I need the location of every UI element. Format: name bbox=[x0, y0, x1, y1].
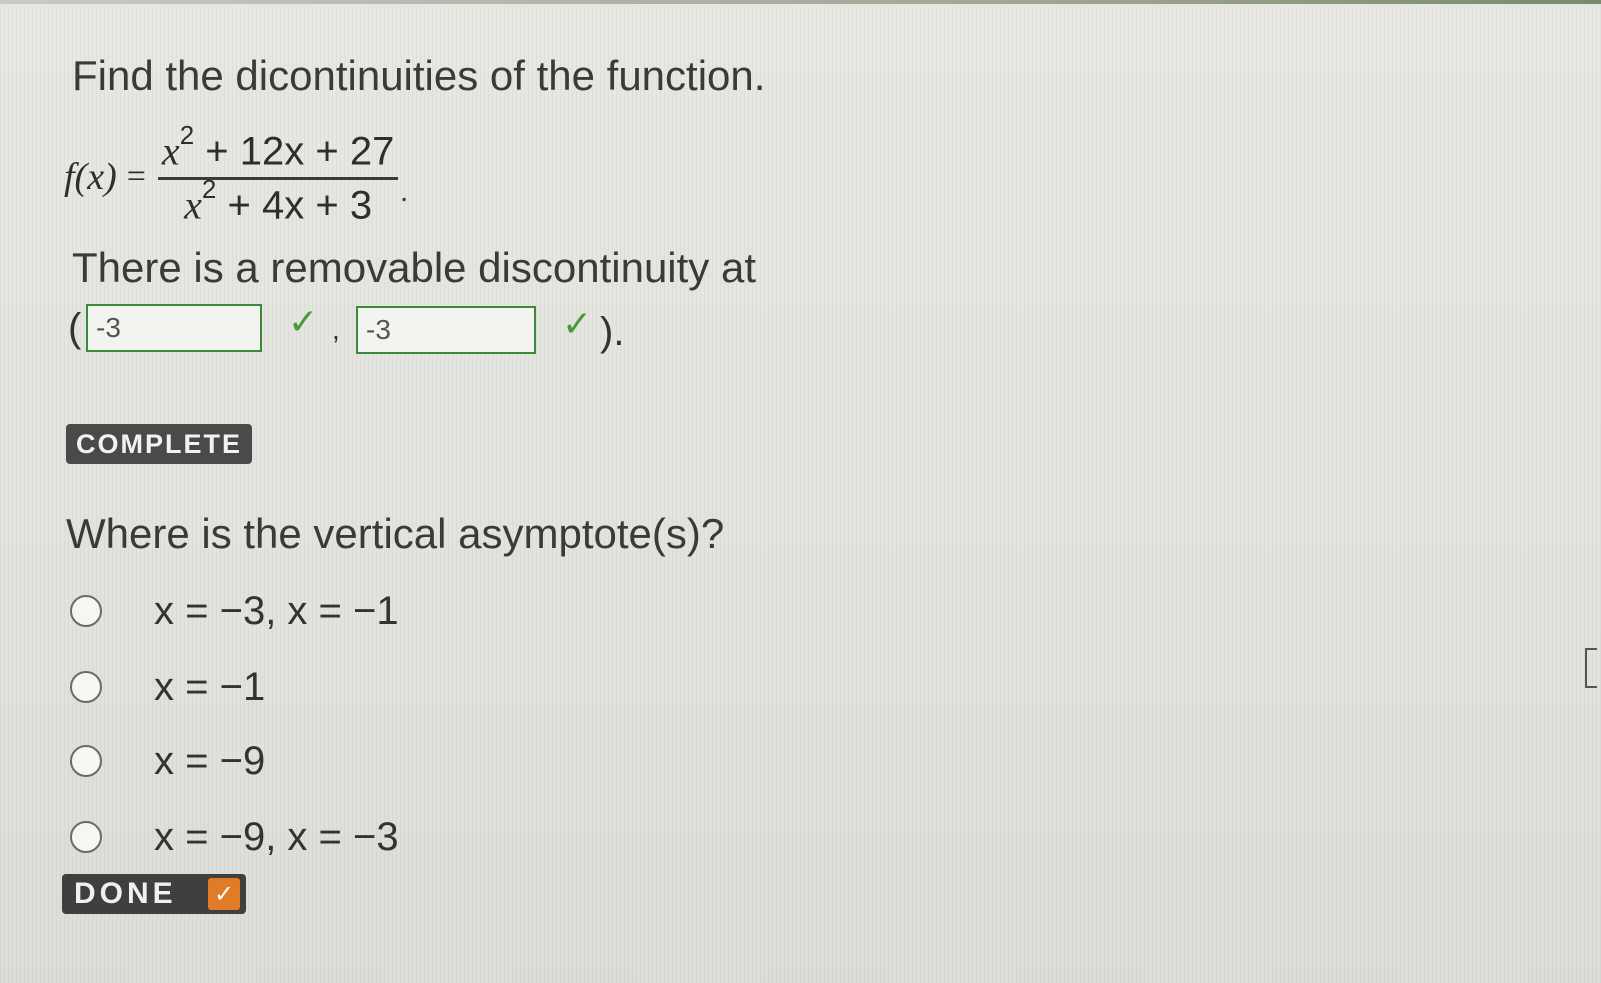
numerator-rest: + 12x + 27 bbox=[205, 129, 395, 174]
done-label: DONE bbox=[74, 877, 177, 910]
function-formula: f(x) = x2 + 12x + 27 x2 + 4x + 3 . bbox=[64, 112, 408, 242]
equals-sign: = bbox=[126, 158, 146, 195]
fraction: x2 + 12x + 27 x2 + 4x + 3 bbox=[157, 120, 399, 228]
y-coordinate-input[interactable]: -3 bbox=[356, 306, 536, 354]
x-correct-check-icon: ✓ bbox=[288, 302, 319, 343]
scrollbar-edge-icon bbox=[1585, 648, 1597, 688]
option-label: x = −9 bbox=[154, 738, 266, 783]
radio-button[interactable] bbox=[70, 745, 102, 777]
radio-button[interactable] bbox=[70, 821, 102, 853]
close-paren: ). bbox=[600, 310, 625, 354]
top-edge bbox=[0, 0, 1601, 4]
denominator-var: x bbox=[184, 181, 202, 227]
done-button[interactable]: DONE ✓ bbox=[62, 874, 246, 914]
function-name: f(x) bbox=[64, 156, 117, 198]
formula-period: . bbox=[400, 175, 408, 208]
option-1[interactable]: x = −3, x = −1 bbox=[70, 586, 399, 636]
numerator-exponent: 2 bbox=[179, 120, 195, 151]
option-label: x = −1 bbox=[154, 664, 266, 709]
comma: , bbox=[332, 314, 340, 345]
denominator-exponent: 2 bbox=[201, 173, 217, 204]
radio-button[interactable] bbox=[70, 595, 102, 627]
numerator: x2 + 12x + 27 bbox=[158, 120, 398, 176]
question-text: Find the dicontinuities of the function. bbox=[72, 52, 766, 99]
open-paren: ( bbox=[68, 306, 82, 350]
x-coordinate-input[interactable]: -3 bbox=[86, 304, 262, 352]
numerator-var: x bbox=[161, 128, 180, 174]
option-3[interactable]: x = −9 bbox=[70, 736, 265, 786]
y-correct-check-icon: ✓ bbox=[562, 304, 593, 345]
radio-button[interactable] bbox=[70, 671, 102, 703]
complete-badge: COMPLETE bbox=[66, 424, 252, 464]
option-label: x = −3, x = −1 bbox=[154, 588, 399, 633]
denominator-rest: + 4x + 3 bbox=[227, 182, 373, 227]
asymptote-question: Where is the vertical asymptote(s)? bbox=[66, 510, 725, 557]
removable-text: There is a removable discontinuity at bbox=[72, 244, 756, 291]
option-4[interactable]: x = −9, x = −3 bbox=[70, 812, 399, 862]
done-check-icon: ✓ bbox=[208, 878, 240, 910]
option-2[interactable]: x = −1 bbox=[70, 662, 265, 712]
denominator: x2 + 4x + 3 bbox=[180, 174, 376, 228]
option-label: x = −9, x = −3 bbox=[154, 814, 399, 859]
